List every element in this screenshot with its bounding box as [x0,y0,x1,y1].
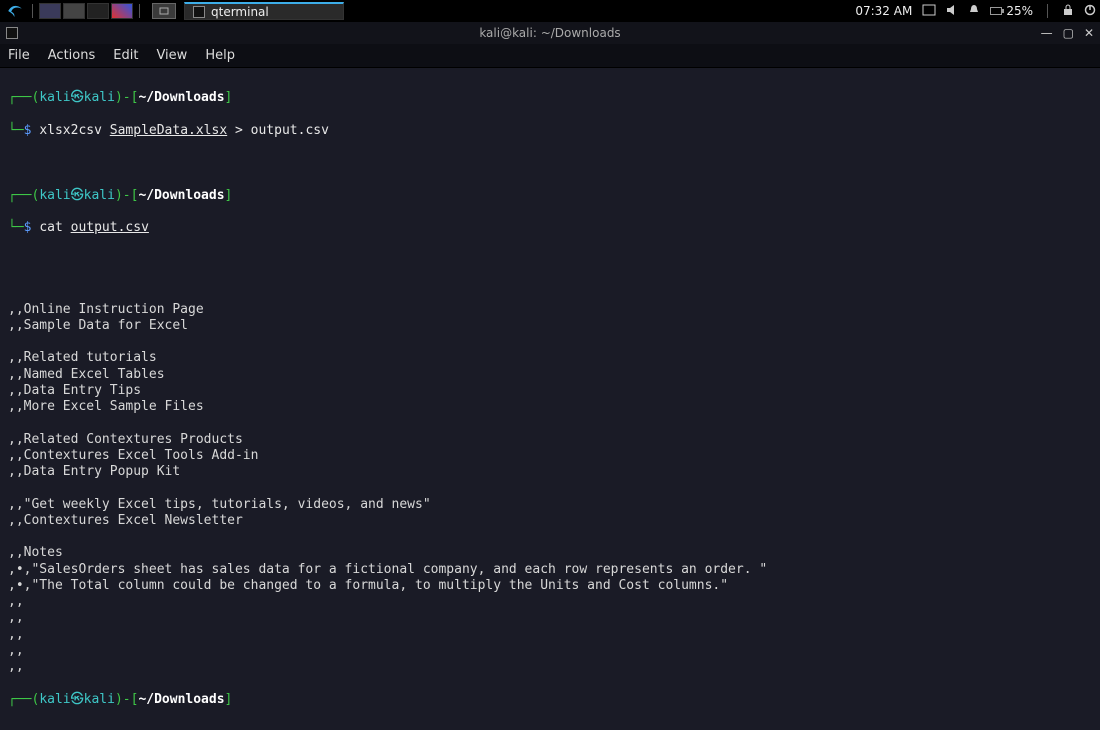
prompt-frame: └─ [8,220,24,235]
titlebar-left [6,27,18,39]
prompt-user: kali [39,188,70,203]
quicklaunch-item[interactable] [63,3,85,19]
prompt-frame: ┌──( [8,692,39,707]
taskbar-window-label: qterminal [211,5,269,19]
prompt-dollar: $ [24,123,32,138]
quicklaunch [39,3,133,19]
prompt-dollar: $ [24,220,32,235]
prompt-frame: ] [225,90,233,105]
prompt-user: kali [39,90,70,105]
terminal-area[interactable]: ┌──(kali㉿kali)-[~/Downloads] └─$ xlsx2cs… [0,68,1100,730]
volume-icon[interactable] [946,4,958,19]
cmd-redir: > output.csv [235,123,329,138]
cmd-arg: SampleData.xlsx [110,123,227,138]
menu-file[interactable]: File [8,48,30,63]
panel-left: qterminal [4,2,344,20]
terminal-icon [193,6,205,18]
menu-edit[interactable]: Edit [113,48,138,63]
prompt-path: ~/Downloads [138,692,224,707]
workspace-current[interactable] [152,3,176,19]
terminal-output: ,,Online Instruction Page ,,Sample Data … [8,302,767,675]
quicklaunch-item[interactable] [111,3,133,19]
window-titlebar[interactable]: kali@kali: ~/Downloads — ▢ ✕ [0,22,1100,44]
kali-menu-icon[interactable] [4,2,26,20]
notification-bell-icon[interactable] [968,4,980,19]
lock-icon[interactable] [1062,4,1074,19]
menubar: File Actions Edit View Help [0,44,1100,68]
panel-right: 07:32 AM 25% [855,4,1096,19]
cmd-bin: xlsx2csv [39,123,102,138]
menu-actions[interactable]: Actions [48,48,96,63]
prompt-host: kali [84,692,115,707]
app-icon [6,27,18,39]
battery-indicator[interactable]: 25% [990,4,1033,18]
prompt-user: kali [39,692,70,707]
taskbar-window-button[interactable]: qterminal [184,2,344,20]
workspace-switcher-icon[interactable] [922,4,936,19]
prompt-frame: ] [225,692,233,707]
window-title: kali@kali: ~/Downloads [0,26,1100,40]
prompt-frame: )-[ [115,188,138,203]
power-icon[interactable] [1084,4,1096,19]
menu-help[interactable]: Help [205,48,235,63]
window-controls: — ▢ ✕ [1041,26,1094,40]
prompt-frame: )-[ [115,90,138,105]
separator [32,4,33,18]
menu-view[interactable]: View [156,48,187,63]
clock[interactable]: 07:32 AM [855,4,912,18]
prompt-frame: ┌──( [8,188,39,203]
prompt-at: ㉿ [71,692,84,707]
prompt-path: ~/Downloads [138,188,224,203]
prompt-at: ㉿ [71,188,84,203]
battery-percent: 25% [1006,4,1033,18]
cmd-arg: output.csv [71,220,149,235]
separator [1047,4,1048,18]
prompt-host: kali [84,188,115,203]
quicklaunch-item[interactable] [87,3,109,19]
battery-icon [990,7,1002,15]
prompt-frame: ] [225,188,233,203]
prompt-at: ㉿ [71,90,84,105]
prompt-frame: └─ [8,123,24,138]
prompt-path: ~/Downloads [138,90,224,105]
quicklaunch-item[interactable] [39,3,61,19]
system-panel: qterminal 07:32 AM 25% [0,0,1100,22]
prompt-frame: )-[ [115,692,138,707]
prompt-host: kali [84,90,115,105]
cmd-bin: cat [39,220,62,235]
prompt-frame: ┌──( [8,90,39,105]
separator [139,4,140,18]
minimize-button[interactable]: — [1041,26,1053,40]
maximize-button[interactable]: ▢ [1063,26,1074,40]
close-button[interactable]: ✕ [1084,26,1094,40]
